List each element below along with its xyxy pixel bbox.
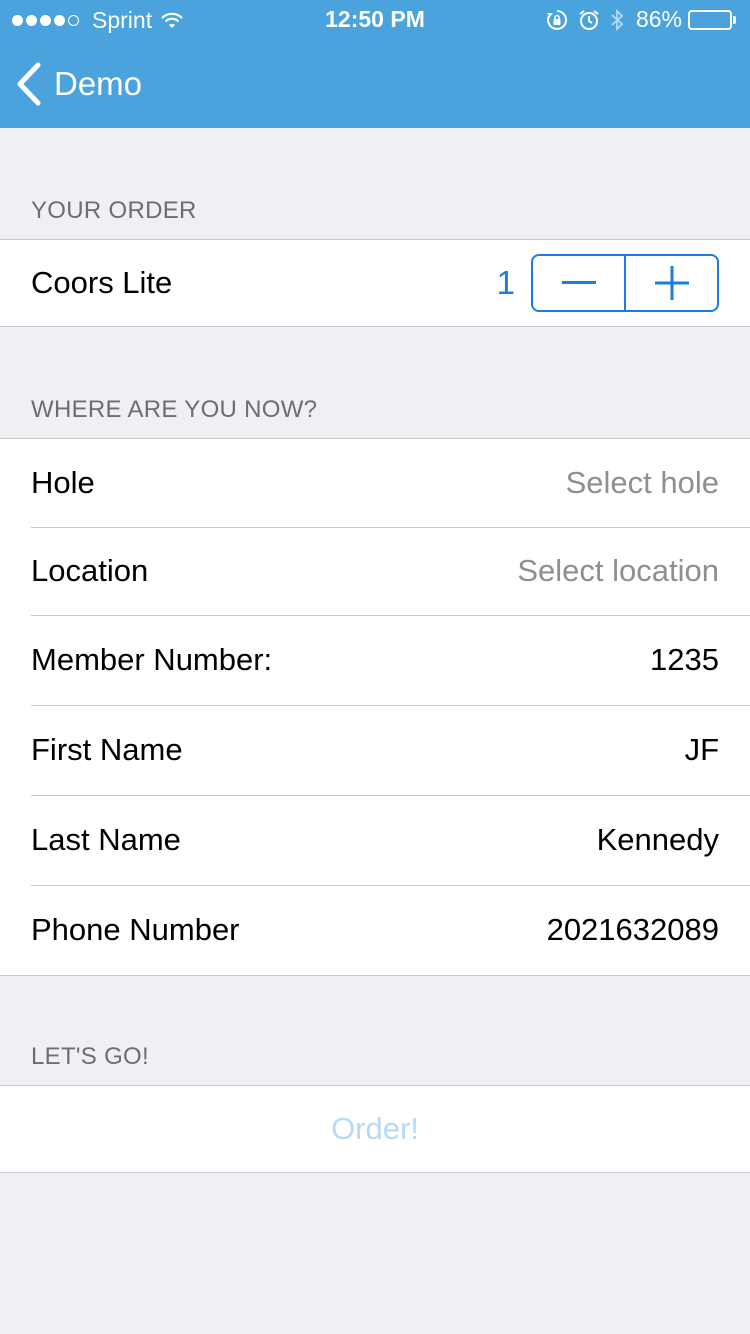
member-number-field[interactable]: 1235 xyxy=(650,642,719,678)
chevron-left-icon xyxy=(16,62,42,106)
form-row-member-number[interactable]: Member Number: 1235 xyxy=(0,615,750,705)
rotation-lock-icon xyxy=(546,9,568,31)
status-bar: Sprint 12:50 PM 86% xyxy=(0,0,750,40)
section-header-where-are-you: WHERE ARE YOU NOW? xyxy=(31,396,318,423)
section-header-your-order: YOUR ORDER xyxy=(31,197,197,224)
quantity-value: 1 xyxy=(496,264,515,301)
form-row-phone-number[interactable]: Phone Number 2021632089 xyxy=(0,885,750,975)
minus-icon xyxy=(561,281,596,284)
row-label: Phone Number xyxy=(31,912,240,947)
location-group: Hole Select hole Location Select locatio… xyxy=(0,438,750,976)
battery-percentage: 86% xyxy=(635,6,682,32)
order-button[interactable]: Order! xyxy=(0,1086,750,1172)
back-button-label: Demo xyxy=(54,65,143,102)
order-button-group: Order! xyxy=(0,1085,750,1173)
row-label: Location xyxy=(31,553,149,588)
section-header-lets-go: LET'S GO! xyxy=(31,1043,149,1070)
quantity-control: 1 xyxy=(497,254,719,312)
battery-icon xyxy=(688,9,736,30)
first-name-field[interactable]: JF xyxy=(685,732,719,768)
last-name-field[interactable]: Kennedy xyxy=(597,822,719,858)
order-item-name: Coors Lite xyxy=(31,265,173,300)
plus-icon xyxy=(654,266,689,300)
row-label: Hole xyxy=(31,465,95,500)
navigation-bar: Sprint 12:50 PM 86% Demo xyxy=(0,0,750,128)
phone-number-field[interactable]: 2021632089 xyxy=(547,912,719,948)
quantity-stepper xyxy=(531,254,719,312)
bluetooth-icon xyxy=(610,8,624,32)
row-label: Last Name xyxy=(31,822,181,857)
row-label: First Name xyxy=(31,732,183,767)
back-button[interactable]: Demo xyxy=(16,62,142,106)
row-label: Member Number: xyxy=(31,642,273,677)
location-picker[interactable]: Select location xyxy=(517,553,719,589)
increment-button[interactable] xyxy=(624,256,717,310)
order-item-row: Coors Lite 1 xyxy=(0,240,750,326)
status-right: 86% xyxy=(536,6,736,33)
form-row-hole[interactable]: Hole Select hole xyxy=(0,439,750,527)
hole-picker[interactable]: Select hole xyxy=(566,465,719,501)
form-row-location[interactable]: Location Select location xyxy=(0,527,750,615)
form-row-last-name[interactable]: Last Name Kennedy xyxy=(0,795,750,885)
form-row-first-name[interactable]: First Name JF xyxy=(0,705,750,795)
alarm-icon xyxy=(578,9,600,31)
decrement-button[interactable] xyxy=(533,256,624,310)
order-group: Coors Lite 1 xyxy=(0,239,750,327)
